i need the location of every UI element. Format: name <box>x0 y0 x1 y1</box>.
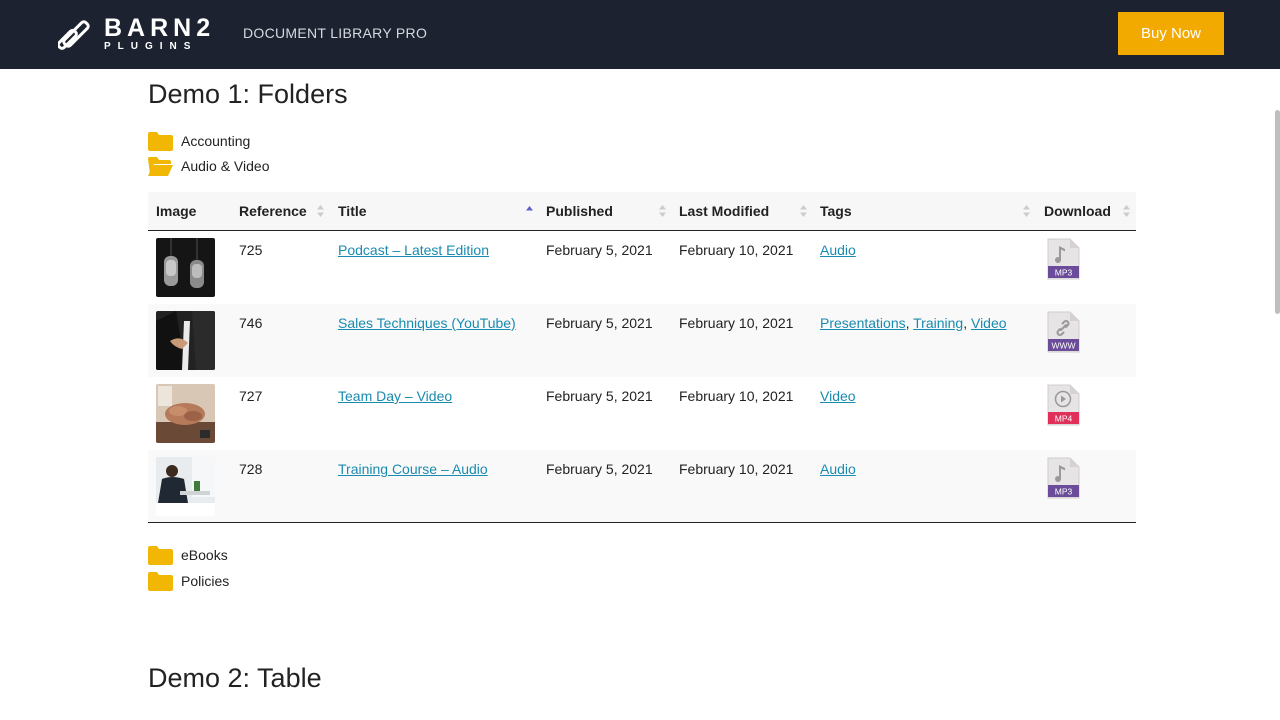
documents-table: Image Reference Title Published Last Mod… <box>148 192 1136 523</box>
file-type-label: MP3 <box>1055 268 1073 278</box>
tag-link[interactable]: Audio <box>820 461 856 477</box>
reference-cell: 728 <box>239 461 263 477</box>
folder-closed-icon <box>148 571 173 591</box>
sort-arrows-icon[interactable] <box>1023 205 1030 217</box>
reference-cell: 746 <box>239 315 263 331</box>
folder-open-icon <box>148 156 173 176</box>
buy-now-button[interactable]: Buy Now <box>1118 12 1224 55</box>
mp4-file-icon[interactable]: MP4 <box>1047 384 1080 426</box>
tag-link[interactable]: Video <box>820 388 856 404</box>
modified-cell: February 10, 2021 <box>679 461 794 477</box>
mp3-file-icon[interactable]: MP3 <box>1047 238 1080 280</box>
folder-audio-video[interactable]: Audio & Video <box>148 156 269 176</box>
thumbnail-microphones[interactable] <box>156 238 215 297</box>
file-type-label: MP4 <box>1055 414 1073 424</box>
column-header-tags[interactable]: Tags <box>820 203 852 219</box>
sort-arrows-icon[interactable] <box>317 205 324 217</box>
product-name: DOCUMENT LIBRARY PRO <box>243 25 428 41</box>
column-header-published[interactable]: Published <box>546 203 613 219</box>
sort-arrows-icon[interactable] <box>659 205 666 217</box>
sort-arrows-icon[interactable] <box>1123 205 1130 217</box>
table-row: 746 Sales Techniques (YouTube) February … <box>148 304 1136 377</box>
document-title-link[interactable]: Podcast – Latest Edition <box>338 242 489 258</box>
sort-ascending-icon[interactable] <box>526 205 533 217</box>
file-type-label: MP3 <box>1055 487 1073 497</box>
published-cell: February 5, 2021 <box>546 315 653 331</box>
modified-cell: February 10, 2021 <box>679 388 794 404</box>
barn2-logo-icon[interactable] <box>58 17 94 51</box>
published-cell: February 5, 2021 <box>546 461 653 477</box>
file-type-label: WWW <box>1051 341 1075 351</box>
folder-ebooks[interactable]: eBooks <box>148 545 228 565</box>
folder-closed-icon <box>148 131 173 151</box>
folder-label: Accounting <box>181 133 251 149</box>
page-scrollbar[interactable] <box>1275 110 1280 314</box>
brand-name: BARN2 <box>104 14 216 42</box>
published-cell: February 5, 2021 <box>546 388 653 404</box>
column-header-image: Image <box>156 203 197 219</box>
tags-cell: Audio <box>820 461 856 477</box>
sort-arrows-icon[interactable] <box>800 205 807 217</box>
folder-label: Policies <box>181 573 230 589</box>
tag-link[interactable]: Video <box>971 315 1007 331</box>
tag-link[interactable]: Audio <box>820 242 856 258</box>
table-row: 725 Podcast – Latest Edition February 5,… <box>148 231 1136 304</box>
column-header-download[interactable]: Download <box>1044 203 1111 219</box>
tag-link[interactable]: Presentations <box>820 315 906 331</box>
column-header-reference[interactable]: Reference <box>239 203 307 219</box>
table-header: Image Reference Title Published Last Mod… <box>148 192 1136 231</box>
modified-cell: February 10, 2021 <box>679 315 794 331</box>
thumbnail-team-hands[interactable] <box>156 384 215 443</box>
tags-cell: Presentations, Training, Video <box>820 315 1007 331</box>
mp3-file-icon[interactable]: MP3 <box>1047 457 1080 499</box>
folder-label: eBooks <box>181 547 228 563</box>
published-cell: February 5, 2021 <box>546 242 653 258</box>
site-header: BARN2 PLUGINS DOCUMENT LIBRARY PRO Buy N… <box>0 0 1280 69</box>
document-title-link[interactable]: Team Day – Video <box>338 388 452 404</box>
reference-cell: 727 <box>239 388 263 404</box>
tags-cell: Video <box>820 388 856 404</box>
brand-subtitle: PLUGINS <box>104 41 198 52</box>
column-header-title[interactable]: Title <box>338 203 367 219</box>
reference-cell: 725 <box>239 242 263 258</box>
brand-logo[interactable]: BARN2 PLUGINS <box>104 16 215 53</box>
column-header-last-modified[interactable]: Last Modified <box>679 203 769 219</box>
tag-link[interactable]: Training <box>913 315 963 331</box>
table-row: 727 Team Day – Video February 5, 2021 Fe… <box>148 377 1136 450</box>
demo1-heading: Demo 1: Folders <box>148 79 348 109</box>
tags-cell: Audio <box>820 242 856 258</box>
document-title-link[interactable]: Training Course – Audio <box>338 461 488 477</box>
thumbnail-handshake[interactable] <box>156 311 215 370</box>
folder-closed-icon <box>148 545 173 565</box>
demo2-heading: Demo 2: Table <box>148 663 322 693</box>
www-link-file-icon[interactable]: WWW <box>1047 311 1080 353</box>
folder-label: Audio & Video <box>181 158 270 174</box>
table-row: 728 Training Course – Audio February 5, … <box>148 450 1136 523</box>
folder-policies[interactable]: Policies <box>148 571 229 591</box>
document-title-link[interactable]: Sales Techniques (YouTube) <box>338 315 516 331</box>
thumbnail-office-desk[interactable] <box>156 457 215 516</box>
modified-cell: February 10, 2021 <box>679 242 794 258</box>
folder-accounting[interactable]: Accounting <box>148 131 250 151</box>
